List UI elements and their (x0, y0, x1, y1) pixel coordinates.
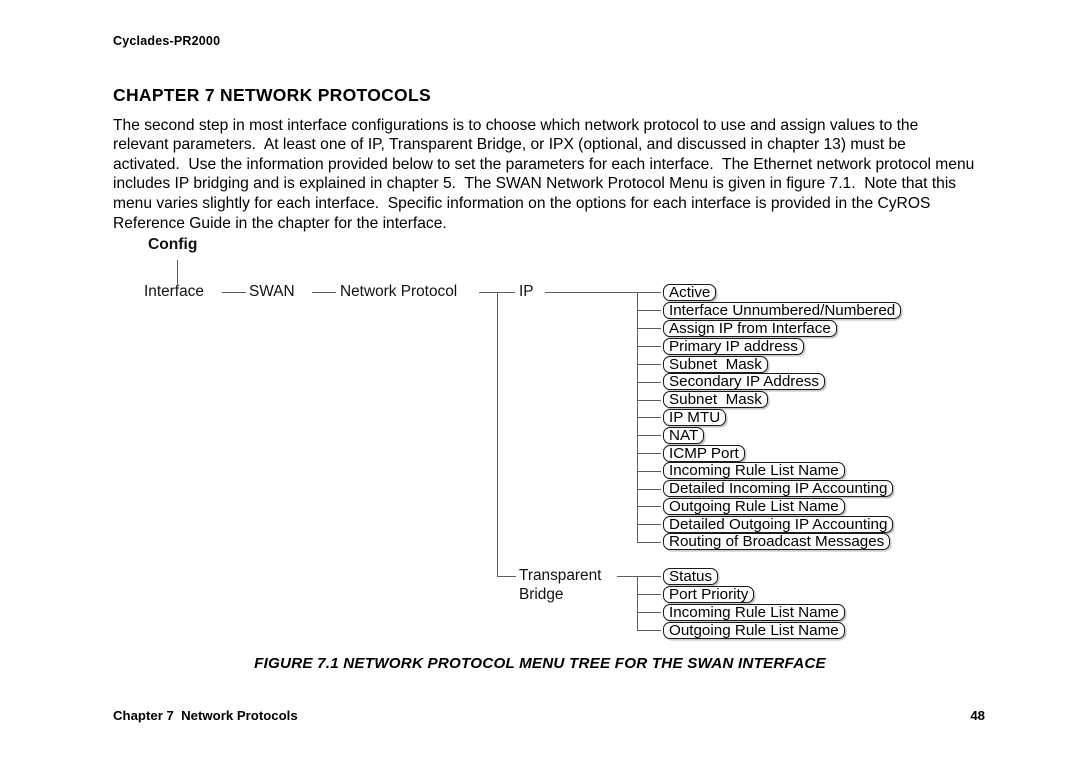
footer-chapter-label: Chapter 7 Network Protocols (113, 708, 298, 723)
menu-item-subnet-mask-primary[interactable]: Subnet Mask (663, 356, 768, 373)
menu-item-active[interactable]: Active (663, 284, 717, 301)
menu-item-bridge-port-priority[interactable]: Port Priority (663, 586, 755, 603)
connector-bridge-leaf-stub (637, 630, 661, 631)
document-page: Cyclades-PR2000 CHAPTER 7 NETWORK PROTOC… (0, 0, 1080, 764)
menu-item-routing-of-broadcast-messages[interactable]: Routing of Broadcast Messages (663, 533, 891, 550)
figure-caption: FIGURE 7.1 NETWORK PROTOCOL MENU TREE FO… (254, 655, 826, 672)
connector-ip-leaf-stub (637, 542, 661, 543)
menu-item-ip-mtu[interactable]: IP MTU (663, 409, 727, 426)
tree-node-interface: Interface (144, 283, 204, 300)
menu-item-outgoing-rule-list-name[interactable]: Outgoing Rule List Name (663, 498, 845, 515)
connector-ip-leaf-stub (637, 417, 661, 418)
tree-node-config: Config (148, 236, 198, 253)
page-title: CHAPTER 7 NETWORK PROTOCOLS (113, 84, 431, 105)
figure-network-protocol-menu-tree: Config Interface SWAN Network Protocol I… (0, 0, 1080, 764)
menu-item-bridge-outgoing-rule-list-name[interactable]: Outgoing Rule List Name (663, 622, 845, 639)
connector-ip-leaf-stub (637, 310, 661, 311)
connector-spine-to-transparent-bridge (497, 576, 516, 577)
connector-bridge-leaf-stub (637, 594, 661, 595)
footer-page-number: 48 (970, 708, 985, 723)
menu-item-detailed-incoming-ip-accounting[interactable]: Detailed Incoming IP Accounting (663, 480, 894, 497)
menu-item-bridge-status[interactable]: Status (663, 568, 719, 585)
menu-item-bridge-incoming-rule-list-name[interactable]: Incoming Rule List Name (663, 604, 845, 621)
connector-ip-leaf-stub (637, 506, 661, 507)
tree-node-transparent-bridge-line2: Bridge (519, 586, 564, 603)
connector-bridge-leaf-stub (637, 612, 661, 613)
tree-node-transparent-bridge-line1: Transparent (519, 567, 602, 584)
connector-interface-swan (222, 292, 246, 293)
connector-ip-leaf-stub (637, 292, 661, 293)
connector-ip-leaf-stub (637, 382, 661, 383)
menu-item-incoming-rule-list-name[interactable]: Incoming Rule List Name (663, 462, 845, 479)
connector-ip-leaf-stub (637, 489, 661, 490)
menu-item-primary-ip-address[interactable]: Primary IP address (663, 338, 804, 355)
body-paragraph: The second step in most interface config… (113, 116, 979, 232)
tree-node-network-protocol: Network Protocol (340, 283, 458, 300)
connector-ip-leaf-stub (637, 453, 661, 454)
running-head: Cyclades-PR2000 (113, 34, 221, 48)
connector-bridge-leaf-stub (637, 576, 661, 577)
connector-ip-leaf-stub (637, 400, 661, 401)
menu-item-subnet-mask-secondary[interactable]: Subnet Mask (663, 391, 768, 408)
menu-item-nat[interactable]: NAT (663, 427, 705, 444)
connector-transparent-bridge-leaf-spine (637, 576, 638, 631)
connector-branch-spine (497, 292, 498, 577)
connector-swan-network-protocol (312, 292, 336, 293)
connector-ip-leaf-stub (637, 471, 661, 472)
menu-item-interface-unnumbered-numbered[interactable]: Interface Unnumbered/Numbered (663, 302, 902, 319)
connector-ip-leaf-stub (637, 364, 661, 365)
tree-node-swan: SWAN (249, 283, 295, 300)
connector-ip-leaf-stub (637, 524, 661, 525)
connector-ip-leaf-stub (637, 328, 661, 329)
connector-transparent-bridge-to-leaf-spine (617, 576, 637, 577)
connector-config-to-interface (177, 260, 178, 284)
connector-ip-leaf-stub (637, 435, 661, 436)
connector-ip-to-leaf-spine (545, 292, 638, 293)
menu-item-secondary-ip-address[interactable]: Secondary IP Address (663, 373, 825, 390)
menu-item-detailed-outgoing-ip-accounting[interactable]: Detailed Outgoing IP Accounting (663, 516, 894, 533)
menu-item-icmp-port[interactable]: ICMP Port (663, 445, 745, 462)
tree-node-ip: IP (519, 283, 534, 300)
menu-item-assign-ip-from-interface[interactable]: Assign IP from Interface (663, 320, 837, 337)
connector-ip-leaf-stub (637, 346, 661, 347)
